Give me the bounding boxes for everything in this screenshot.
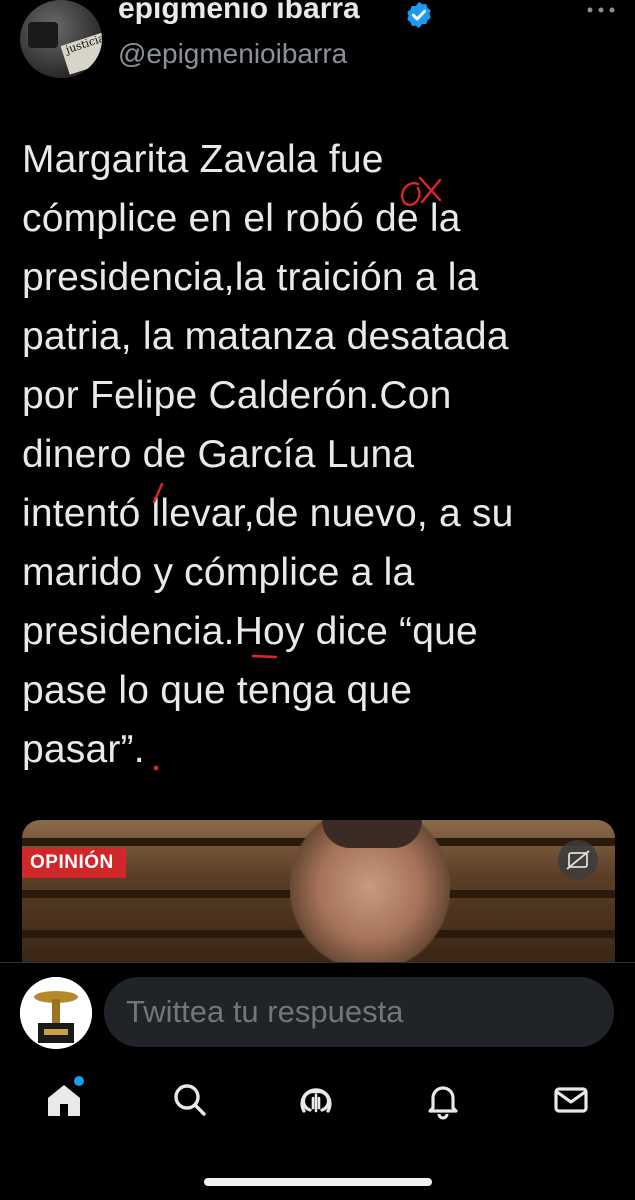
tweet-line: presidencia,la traición a la — [22, 256, 479, 299]
bell-icon — [428, 1086, 458, 1120]
captions-button[interactable] — [558, 840, 598, 880]
tab-notifications[interactable] — [421, 1078, 465, 1122]
tweet-line: patria, la matanza desatada — [22, 315, 509, 358]
author-handle[interactable]: @epigmenioibarra — [118, 38, 347, 70]
verified-badge-icon — [407, 1, 431, 29]
tweet-line: pase lo que tenga que — [22, 669, 413, 712]
user-avatar[interactable] — [20, 977, 92, 1049]
video-person-hair — [322, 820, 422, 848]
home-indicator-bar — [204, 1178, 432, 1186]
more-options-icon[interactable] — [584, 0, 618, 20]
home-notification-dot — [74, 1076, 84, 1086]
tweet-line: cómplice en el robó de la — [22, 197, 461, 240]
reply-composer — [0, 963, 635, 1053]
tweet-line: por Felipe Calderón.Con — [22, 374, 452, 417]
tab-home[interactable] — [42, 1076, 86, 1122]
tweet-line: dinero de García Luna — [22, 433, 415, 476]
author-avatar[interactable]: justicia — [20, 0, 102, 78]
tweet-line: presidencia.Hoy dice “que — [22, 610, 478, 653]
spaces-icon — [300, 1088, 332, 1113]
bottom-tab-bar — [0, 1060, 635, 1150]
tab-messages[interactable] — [549, 1078, 593, 1122]
tweet-media-video[interactable]: OPINIÓN — [22, 820, 615, 962]
captions-icon — [566, 850, 590, 870]
search-icon — [174, 1084, 206, 1116]
microphone-trophy-icon — [20, 977, 92, 1049]
tab-search[interactable] — [168, 1078, 212, 1122]
tweet-line: marido y cómplice a la — [22, 551, 415, 594]
envelope-icon — [554, 1087, 588, 1113]
tweet-line: intentó llevar,de nuevo, a su — [22, 492, 514, 535]
opinion-badge: OPINIÓN — [22, 848, 126, 878]
tweet-text: Margarita Zavala fue cómplice en el robó… — [22, 130, 622, 779]
tweet-line: pasar”. — [22, 728, 145, 771]
tweet-header: justicia epigmenio ibarra @epigmenioibar… — [0, 0, 635, 90]
tab-spaces[interactable] — [294, 1078, 338, 1122]
author-display-name[interactable]: epigmenio ibarra — [118, 0, 360, 26]
avatar-sign: justicia — [60, 31, 102, 75]
camera-shape — [28, 22, 58, 48]
reply-input[interactable] — [104, 977, 614, 1047]
tweet-line: Margarita Zavala fue — [22, 138, 384, 181]
